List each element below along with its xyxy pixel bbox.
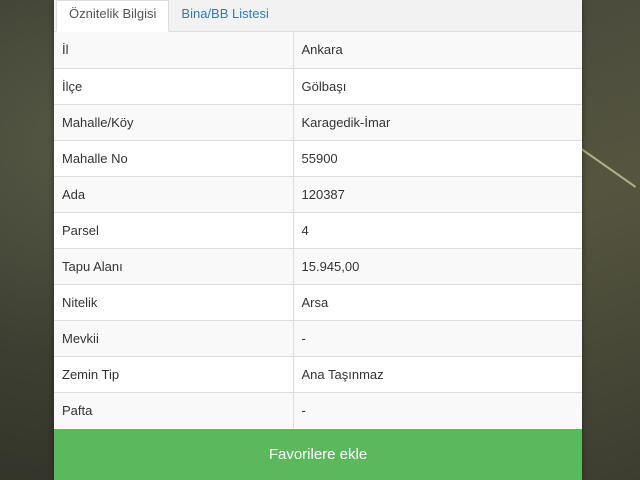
- row-value: -: [293, 391, 582, 428]
- table-row: Parsel 4: [54, 211, 582, 248]
- table-row: Tapu Alanı 15.945,00: [54, 247, 582, 284]
- table-row: Mahalle/Köy Karagedik-İmar: [54, 103, 582, 140]
- table-row: Mevkii -: [54, 319, 582, 356]
- row-key: Pafta: [54, 391, 294, 428]
- table-row: Ada 120387: [54, 175, 582, 212]
- row-key: Tapu Alanı: [54, 247, 294, 284]
- row-key: İl: [54, 32, 294, 68]
- attribute-table: İl Ankara İlçe Gölbaşı Mahalle/Köy Karag…: [54, 32, 582, 428]
- tab-bar: Öznitelik Bilgisi Bina/BB Listesi: [54, 0, 582, 32]
- row-key: Mahalle/Köy: [54, 103, 294, 140]
- table-row: Mahalle No 55900: [54, 139, 582, 176]
- row-key: Mevkii: [54, 319, 294, 356]
- row-value: 120387: [293, 175, 582, 212]
- row-value: 55900: [293, 139, 582, 176]
- table-row: İlçe Gölbaşı: [54, 67, 582, 104]
- row-value: -: [293, 319, 582, 356]
- row-value: Ankara: [293, 32, 582, 68]
- row-key: Nitelik: [54, 283, 294, 320]
- tab-building-list[interactable]: Bina/BB Listesi: [169, 1, 280, 31]
- table-row: Nitelik Arsa: [54, 283, 582, 320]
- row-value: Gölbaşı: [293, 67, 582, 104]
- row-value: Karagedik-İmar: [293, 103, 582, 140]
- row-value: 15.945,00: [293, 247, 582, 284]
- table-row: Zemin Tip Ana Taşınmaz: [54, 355, 582, 392]
- row-key: Ada: [54, 175, 294, 212]
- add-to-favorites-button[interactable]: Favorilere ekle: [54, 429, 582, 480]
- row-key: Parsel: [54, 211, 294, 248]
- row-value: Ana Taşınmaz: [293, 355, 582, 392]
- row-value: Arsa: [293, 283, 582, 320]
- parcel-info-panel: Öznitelik Bilgisi Bina/BB Listesi İl Ank…: [54, 0, 582, 480]
- tab-attribute-info[interactable]: Öznitelik Bilgisi: [56, 0, 170, 32]
- row-value: 4: [293, 211, 582, 248]
- row-key: Mahalle No: [54, 139, 294, 176]
- table-row: Pafta -: [54, 391, 582, 428]
- row-key: İlçe: [54, 67, 294, 104]
- row-key: Zemin Tip: [54, 355, 294, 392]
- table-row: İl Ankara: [54, 32, 582, 68]
